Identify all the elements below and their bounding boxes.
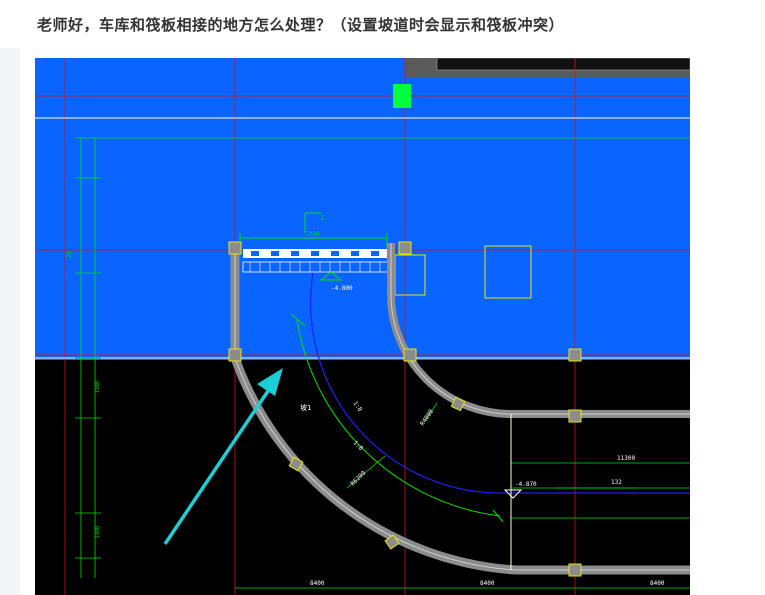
column xyxy=(568,348,582,362)
column xyxy=(398,241,412,255)
elev-top-text: -4.800 xyxy=(331,285,353,292)
column xyxy=(228,241,242,255)
ramp-label: 坡1 xyxy=(300,403,311,412)
bottom-dim-a: 8400 xyxy=(310,580,325,587)
bottom-dim-b: 8400 xyxy=(480,580,495,587)
column xyxy=(403,348,417,362)
dim-2-text: 132 xyxy=(611,479,622,486)
small-tag: I xyxy=(321,215,325,222)
dim-1-text: 11300 xyxy=(617,455,635,462)
column xyxy=(568,563,582,577)
green-marker xyxy=(393,84,411,108)
slab-region xyxy=(35,58,690,360)
elev-right-text: -4.870 xyxy=(515,481,537,488)
column xyxy=(568,409,582,423)
cad-screenshot: 25 1100 1100 I 7250 -4.800 -4.870 坡1 1:8… xyxy=(35,58,690,595)
gray-region-inner xyxy=(436,58,690,71)
left-gutter xyxy=(0,48,20,595)
top-width-text: 7250 xyxy=(305,231,320,238)
post-title: 老师好，车库和筏板相接的地方怎么处理？（设置坡道时会显示和筏板冲突） xyxy=(37,16,565,34)
left-tag-1: 1100 xyxy=(95,381,101,393)
left-tag-2: 1100 xyxy=(95,526,101,538)
bottom-dim-c: 8400 xyxy=(650,580,665,587)
column xyxy=(228,348,242,362)
left-dim-text: 25 xyxy=(66,250,73,258)
